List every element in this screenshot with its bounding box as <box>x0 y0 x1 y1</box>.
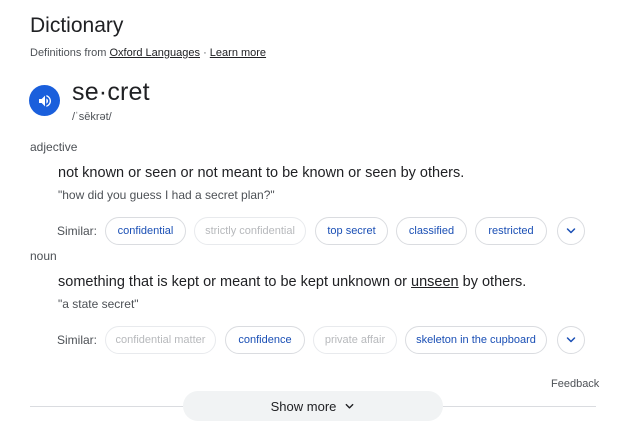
similar-chip-top-secret[interactable]: top secret <box>315 217 388 245</box>
dictionary-title: Dictionary <box>30 14 124 37</box>
similar-chip-classified[interactable]: classified <box>396 217 467 245</box>
definition-noun-text-start: something that is kept or meant to be ke… <box>58 274 412 290</box>
headword: se·cret <box>72 78 150 106</box>
feedback-link[interactable]: Feedback <box>551 378 599 390</box>
similar-label: Similar: <box>57 224 98 238</box>
source-separator: · <box>203 47 207 59</box>
learn-more-link[interactable]: Learn more <box>210 47 266 59</box>
unseen-link[interactable]: unseen <box>411 274 459 290</box>
similar-chip-confidential-matter: confidential matter <box>105 326 216 354</box>
part-of-speech-noun: noun <box>30 249 57 263</box>
example-noun: "a state secret" <box>58 297 139 311</box>
oxford-languages-link[interactable]: Oxford Languages <box>109 47 200 59</box>
example-adjective: "how did you guess I had a secret plan?" <box>58 188 275 202</box>
source-prefix: Definitions from <box>30 47 107 59</box>
similar-chip-private-affair: private affair <box>313 326 397 354</box>
chevron-down-icon <box>345 403 354 409</box>
similar-chip-confidence[interactable]: confidence <box>225 326 305 354</box>
similar-chip-restricted[interactable]: restricted <box>475 217 547 245</box>
chevron-down-icon <box>566 228 576 234</box>
similar-row-adjective: Similar: confidential strictly confident… <box>0 217 624 245</box>
similar-chip-confidential[interactable]: confidential <box>105 217 186 245</box>
pronunciation-speaker-button[interactable] <box>29 85 60 116</box>
similar-row-noun: Similar: confidential matter confidence … <box>0 326 624 354</box>
expand-similar-button[interactable] <box>557 217 585 245</box>
chevron-down-icon <box>566 337 576 343</box>
definition-noun: something that is kept or meant to be ke… <box>58 274 526 290</box>
similar-label: Similar: <box>57 333 98 347</box>
part-of-speech-adjective: adjective <box>30 140 78 154</box>
similar-chip-strictly-confidential: strictly confidential <box>194 217 306 245</box>
definition-noun-text-end: by others. <box>458 274 527 290</box>
definitions-source: Definitions from Oxford Languages · Lear… <box>30 47 266 59</box>
pronunciation-text: /ˈsēkrət/ <box>72 111 112 123</box>
definition-adjective: not known or seen or not meant to be kno… <box>58 165 465 181</box>
similar-chip-skeleton-in-the-cupboard[interactable]: skeleton in the cupboard <box>405 326 547 354</box>
expand-similar-button[interactable] <box>557 326 585 354</box>
show-more-button[interactable]: Show more <box>183 391 443 421</box>
speaker-icon <box>38 94 51 107</box>
show-more-label: Show more <box>270 398 337 414</box>
